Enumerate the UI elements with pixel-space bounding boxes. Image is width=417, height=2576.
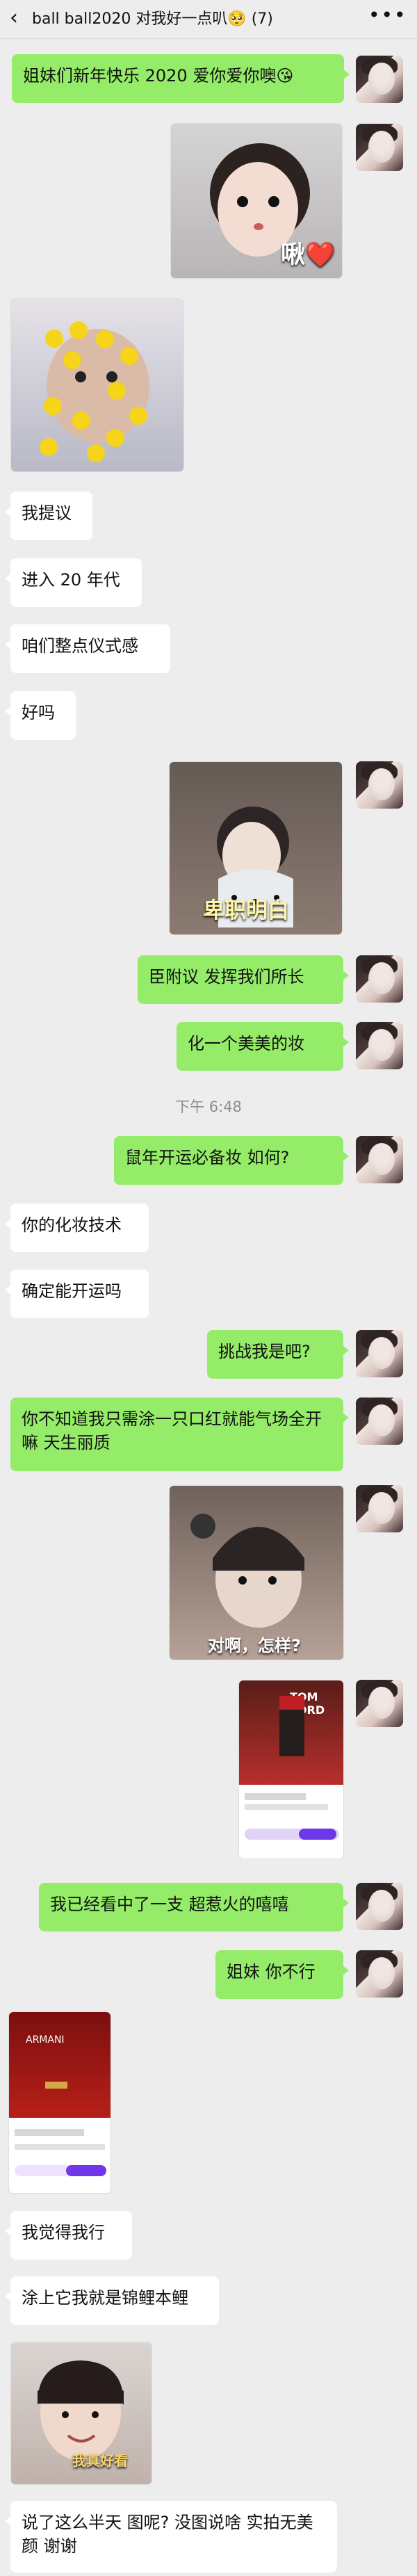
chat-header: ‹ ball ball2020 对我好一点叭🥺 (7) ••• [0,0,417,39]
sender-avatar[interactable] [356,761,403,809]
sticker-girl-kiss[interactable]: 啾❤️ [170,123,343,279]
sticker-caption: 卑职明白 [203,898,289,923]
sticker-caption: 我真好看 [72,2452,128,2469]
sticker-caption: 对啊，怎样? [208,1636,301,1655]
sticker-bow[interactable]: 卑职明白 [169,761,343,935]
message-bubble[interactable]: 好吗 [5,691,76,740]
message-bubble[interactable]: 姐妹 你不行 [215,1950,349,1999]
received-sticker-baby-dots[interactable] [10,298,184,472]
text-line [245,1804,328,1810]
message-bubble[interactable]: 我觉得我行 [5,2211,132,2260]
sender-avatar[interactable] [356,124,403,171]
brand-label: ARMANI [26,2034,65,2046]
timestamp: 下午 6:48 [175,1099,242,1115]
sender-avatar[interactable] [356,955,403,1003]
sticker-girl-smile[interactable]: 我真好看 [10,2342,152,2485]
sender-avatar[interactable] [356,1950,403,1998]
sticker-caption: 啾❤️ [281,241,336,269]
message-bubble[interactable]: 咱们整点仪式感 [5,624,170,673]
message-bubble[interactable]: 你的化妆技术 [5,1204,149,1252]
sender-avatar[interactable] [356,1883,403,1930]
sender-avatar[interactable] [356,1680,403,1727]
sender-avatar[interactable] [356,1136,403,1183]
product-screenshot-tomford[interactable]: TOM FORD [238,1680,344,1859]
message-bubble[interactable]: 涂上它我就是锦鲤本鲤 [5,2276,219,2325]
buy-button-icon [299,1829,336,1840]
text-line [15,2144,105,2150]
buy-button-icon [66,2165,106,2176]
chat-title: ball ball2020 对我好一点叭🥺 (7) [32,10,273,28]
message-bubble[interactable]: 臣附议 发挥我们所长 [138,955,349,1004]
lipstick-icon [45,2082,67,2089]
message-bubble[interactable]: 确定能开运吗 [5,1270,149,1318]
lipstick-icon [279,1708,304,1756]
message-bubble[interactable]: 挑战我是吧? [207,1330,349,1379]
message-bubble[interactable]: 化一个美美的妆 [177,1022,349,1071]
message-bubble[interactable]: 进入 20 年代 [5,558,142,607]
lipstick-photo [9,2012,111,2118]
message-bubble[interactable]: 姐妹们新年快乐 2020 爱你爱你噢😘 [12,54,350,103]
sticker-child-okay[interactable]: 对啊，怎样? [169,1485,344,1660]
sender-avatar[interactable] [356,1330,403,1377]
message-bubble[interactable]: 鼠年开运必备妆 如何? [114,1136,349,1185]
message-bubble[interactable]: 你不知道我只需涂一只口红就能气场全开嘛 天生丽质 [10,1398,349,1471]
lipstick-color-icon [279,1696,304,1710]
sender-avatar[interactable] [356,56,403,103]
product-screenshot-armani[interactable]: ARMANI [8,2011,111,2194]
sender-avatar[interactable] [356,1022,403,1069]
baby-with-dots-illustration [40,321,149,462]
back-chevron-icon[interactable]: ‹ [10,8,31,31]
message-bubble[interactable]: 我提议 [5,492,92,540]
sender-avatar[interactable] [356,1398,403,1445]
more-options-icon[interactable]: ••• [368,6,406,29]
sender-avatar[interactable] [356,1485,403,1532]
message-bubble[interactable]: 说了这么半天 图呢? 没图说啥 实拍无美颜 谢谢 [5,2501,337,2573]
message-bubble[interactable]: 我已经看中了一支 超惹火的嘻嘻 [39,1883,349,1931]
price-line [245,1793,306,1800]
price-line [15,2129,84,2136]
